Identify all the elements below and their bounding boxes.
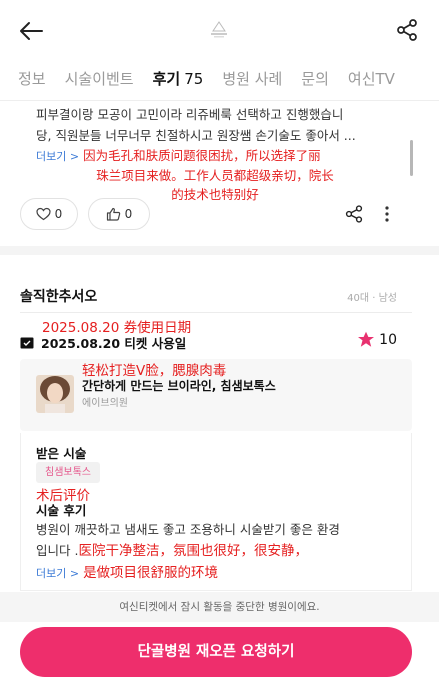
like-button[interactable]: 0 bbox=[20, 198, 78, 230]
translation-annotation: 的技术也特别好 bbox=[171, 187, 259, 202]
ticket-date-row: 2025.08.20 티켓 사용일 bbox=[20, 333, 186, 352]
review-text: 병원이 깨끗하고 냄새도 좋고 조용하니 시술받기 좋은 환경 입니다 .医院干… bbox=[36, 519, 398, 584]
product-name[interactable]: 간단하게 만드는 브이라인, 침샘보톡스 bbox=[82, 377, 276, 394]
thumbs-up-button[interactable]: 0 bbox=[88, 198, 150, 230]
tab-bar: 정보 시술이벤트 후기 75 병원 사례 문의 여신TV bbox=[0, 64, 439, 100]
calendar-check-icon bbox=[20, 337, 34, 349]
clinic-logo-icon bbox=[211, 21, 227, 38]
heart-icon bbox=[36, 207, 51, 221]
rating-value: 10 bbox=[379, 331, 397, 348]
review-more-row: 더보기 > 是做项目很舒服的环境 bbox=[36, 562, 398, 584]
translation-annotation: 珠兰项目来做。工作人员都超级亲切，院长 bbox=[96, 168, 334, 183]
share-icon[interactable] bbox=[395, 18, 419, 42]
read-more-link[interactable]: 더보기 > bbox=[36, 567, 79, 580]
tab-events[interactable]: 시술이벤트 bbox=[65, 64, 134, 100]
reviewer-meta: 40대 · 남성 bbox=[347, 293, 397, 304]
tab-divider bbox=[0, 100, 439, 101]
thumbs-up-count: 0 bbox=[124, 207, 133, 221]
more-options-icon[interactable] bbox=[382, 203, 392, 225]
tab-info[interactable]: 정보 bbox=[18, 64, 46, 100]
review-text-fragment: 입니다 . bbox=[36, 543, 79, 558]
rating: 10 bbox=[357, 331, 397, 348]
translation-annotation: 轻松打造V脸，腮腺肉毒 bbox=[82, 363, 227, 379]
thumbs-up-icon bbox=[106, 207, 120, 221]
clinic-name: 에이브의원 bbox=[82, 398, 128, 409]
star-icon bbox=[358, 331, 375, 347]
review-more-row: 더보기 > 因为毛孔和肤质问题很困扰，所以选择了丽 bbox=[36, 146, 394, 166]
reopen-request-button[interactable]: 단골병원 재오픈 요청하기 bbox=[20, 627, 412, 677]
product-thumbnail bbox=[36, 375, 74, 413]
tab-cases[interactable]: 병원 사례 bbox=[222, 64, 282, 100]
review-text-line: 입니다 .医院干净整洁，氛围也很好，很安静， bbox=[36, 540, 398, 562]
share-icon[interactable] bbox=[344, 204, 364, 224]
top-bar bbox=[0, 0, 439, 60]
tab-reviews[interactable]: 후기 75 bbox=[153, 64, 204, 100]
like-count: 0 bbox=[54, 207, 63, 221]
procedure-chip[interactable]: 침샘보톡스 bbox=[36, 462, 100, 483]
tab-tv[interactable]: 여신TV bbox=[348, 64, 395, 100]
review-text-line: 피부결이랑 모공이 고민이라 리쥬베룩 선택하고 진행했습니 bbox=[36, 107, 344, 122]
translation-annotation: 因为毛孔和肤质问题很困扰，所以选择了丽 bbox=[83, 148, 321, 163]
ticket-date: 2025.08.20 티켓 사용일 bbox=[41, 336, 187, 351]
scrollbar-thumb[interactable] bbox=[410, 140, 413, 176]
section-separator bbox=[0, 246, 439, 255]
clinic-suspended-notice: 여신티켓에서 잠시 활동을 중단한 병원이에요. bbox=[0, 592, 439, 622]
review-card-1: 피부결이랑 모공이 고민이라 리쥬베룩 선택하고 진행했습니 당, 직원분들 너… bbox=[36, 104, 394, 204]
reviewer-nickname: 솔직한추서오 bbox=[20, 289, 98, 305]
after-review-heading: 시술 후기 bbox=[36, 503, 87, 518]
review-text-line: 병원이 깨끗하고 냄새도 좋고 조용하니 시술받기 좋은 환경 bbox=[36, 522, 340, 537]
read-more-link[interactable]: 더보기 > bbox=[36, 150, 79, 163]
review-text-line: 당, 직원분들 너무너무 친절하시고 원장쌤 손기술도 좋아서 ... bbox=[36, 128, 356, 143]
translation-annotation: 医院干净整洁，氛围也很好，很安静， bbox=[78, 543, 308, 559]
tab-reviews-label: 후기 bbox=[152, 70, 181, 88]
divider bbox=[20, 312, 412, 313]
tab-inquiry[interactable]: 문의 bbox=[301, 64, 329, 100]
received-procedure-heading: 받은 시술 bbox=[36, 446, 87, 461]
translation-annotation: 是做项目很舒服的环境 bbox=[83, 565, 219, 581]
arrow-left-icon[interactable] bbox=[18, 18, 44, 44]
tab-reviews-count: 75 bbox=[184, 70, 204, 88]
